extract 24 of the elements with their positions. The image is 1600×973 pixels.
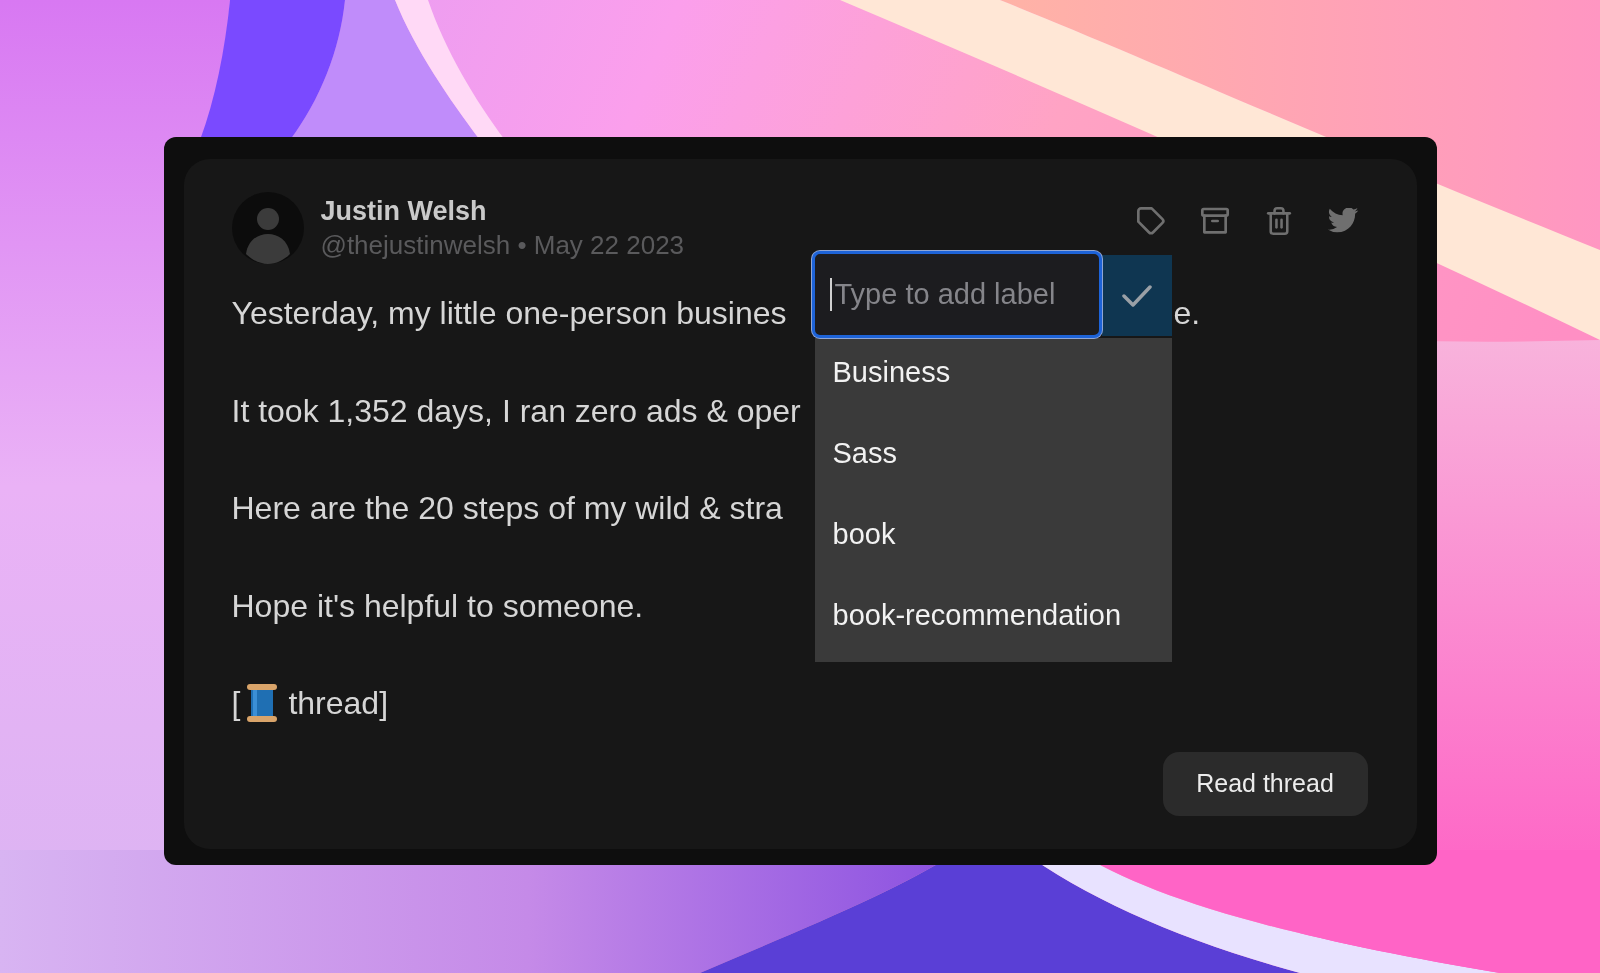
post-text: e. (1173, 294, 1201, 333)
label-option[interactable]: book (814, 500, 1172, 581)
label-option[interactable]: Sass (814, 419, 1172, 500)
author-name: Justin Welsh (320, 195, 487, 228)
tag-icon[interactable] (1136, 207, 1165, 235)
post-text: Yesterday, my little one-person busines (231, 294, 787, 333)
author-handle-date: @thejustinwelsh • May 22 2023 (320, 229, 685, 262)
post-text: Here are the 20 steps of my wild & stra (231, 489, 783, 528)
spool-icon (246, 684, 279, 723)
thread-bracket-text: [ (231, 684, 241, 723)
confirm-button[interactable] (1101, 255, 1172, 336)
archive-icon[interactable] (1200, 207, 1229, 235)
checkmark-icon (1121, 284, 1152, 307)
read-thread-button[interactable]: Read thread (1162, 752, 1368, 816)
avatar-icon (231, 192, 304, 264)
bird-icon[interactable] (1326, 207, 1359, 235)
post-text: Hope it's helpful to someone. (231, 586, 644, 626)
label-input-field[interactable]: Type to add label (811, 251, 1102, 338)
thread-label: thread] (288, 684, 388, 723)
label-option[interactable]: Business (814, 338, 1172, 419)
trash-icon[interactable] (1265, 207, 1292, 235)
post-text: It took 1,352 days, I ran zero ads & oper (231, 391, 801, 431)
text-cursor (829, 278, 832, 311)
label-option[interactable]: book-recommendation (814, 581, 1172, 662)
